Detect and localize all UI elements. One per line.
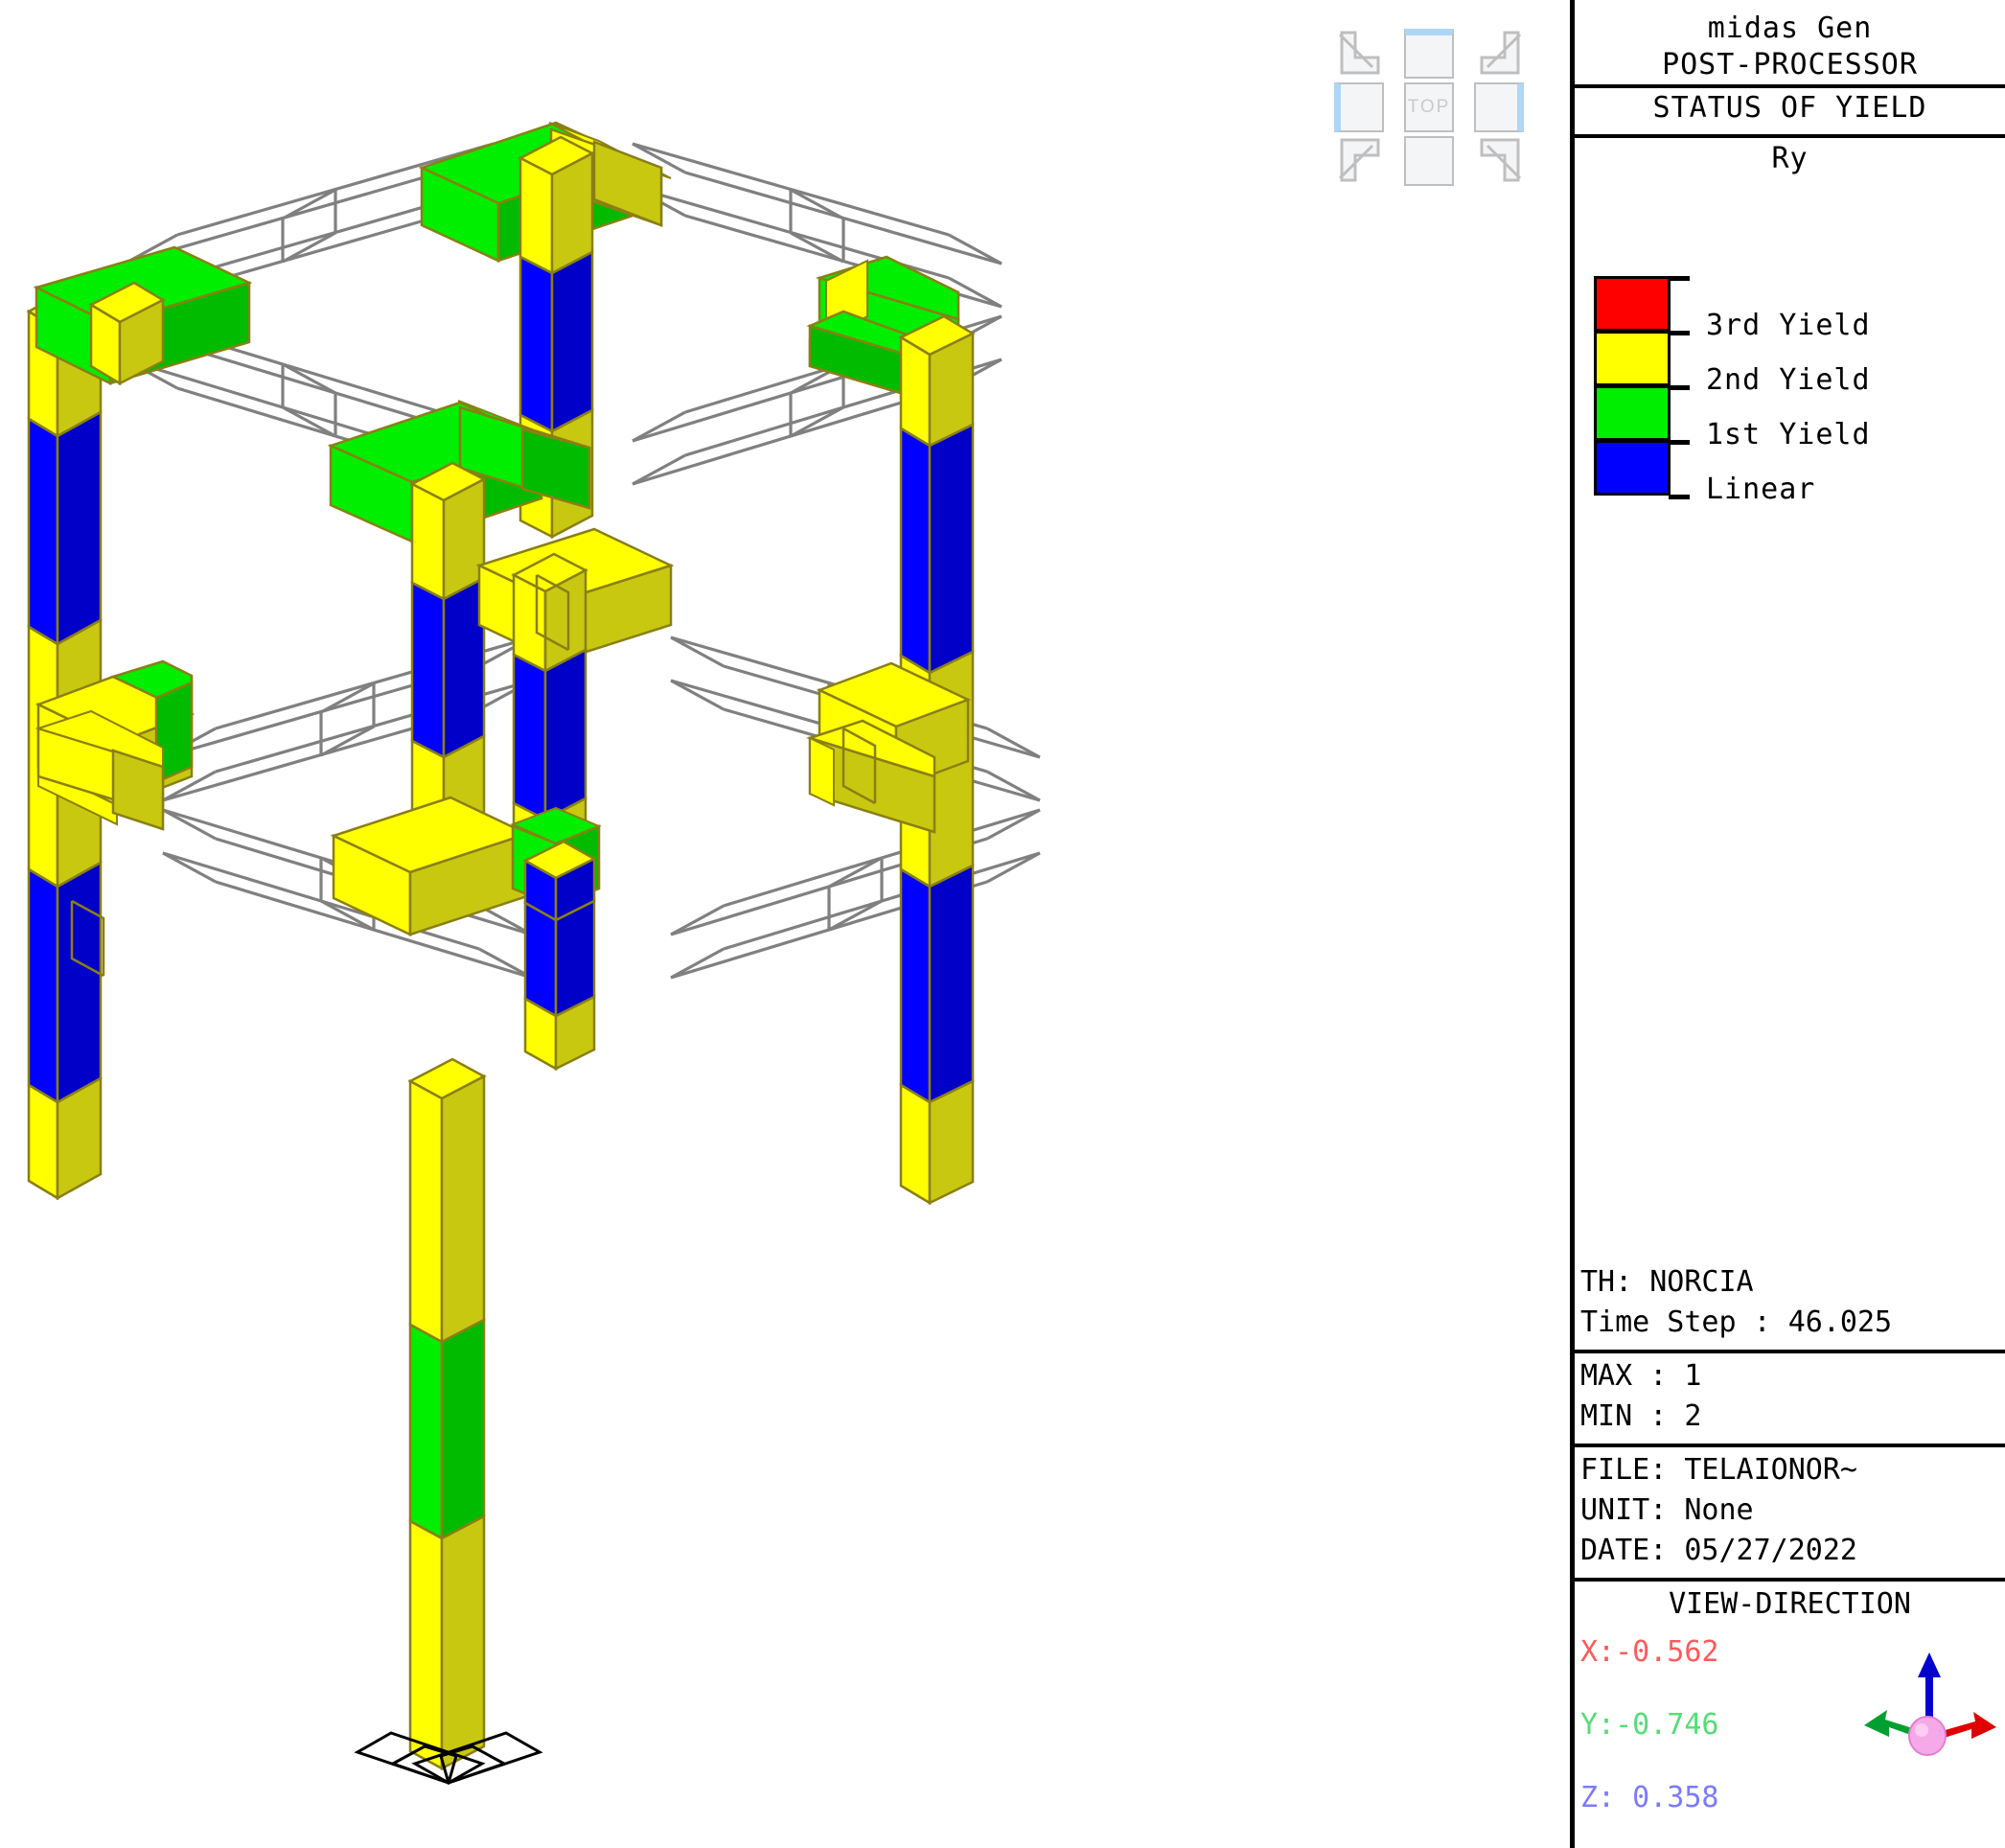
legend-label-2nd-yield: 2nd Yield [1706,363,1871,397]
legend-label-1st-yield: 1st Yield [1706,418,1871,451]
legend-tick-3 [1669,440,1690,445]
app-title-line1: midas Gen [1707,12,1873,45]
view-direction-x: X:-0.562 [1580,1635,1719,1669]
legend-swatch-1st-yield [1594,385,1671,441]
view-direction-heading: VIEW-DIRECTION [1669,1587,1911,1621]
min-value: MIN : 2 [1580,1399,1702,1433]
post-processor-window: TOP midas Gen POST-PROCESSOR STATUS OF Y… [0,0,2005,1848]
time-step: Time Step : 46.025 [1580,1305,1893,1339]
column-center-stub [522,840,597,1072]
model-viewport[interactable] [0,0,1570,1848]
divider-1 [1575,84,2005,88]
legend-swatch-3rd-yield [1594,276,1671,332]
max-value: MAX : 1 [1580,1359,1702,1393]
legend-tick-0 [1669,276,1690,281]
legend-tick-2 [1669,385,1690,390]
axis-triad-icon [1864,1652,1996,1756]
legend-tick-1 [1669,331,1690,335]
viewcube-face-top[interactable]: TOP [1404,82,1456,134]
viewcube-face-right[interactable] [1474,82,1526,134]
arrow-up-right-icon [1338,138,1380,182]
arrow-down-left-icon [1480,31,1522,75]
file-name: FILE: TELAIONOR~ [1580,1453,1857,1487]
result-component: Ry [1771,142,1809,175]
arrow-down-right-icon [1338,31,1380,75]
column-center-front [407,1057,487,1771]
divider-2 [1575,134,2005,138]
viewcube-corner-top-right[interactable] [1474,29,1526,81]
legend-swatch-2nd-yield [1594,331,1671,386]
frame-model-graphic [26,121,1041,1785]
app-title-line2: POST-PROCESSOR [1662,48,1918,81]
th-label: TH: NORCIA [1580,1265,1754,1299]
view-navigation-cube[interactable]: TOP [1334,29,1526,187]
unit-value: UNIT: None [1580,1493,1754,1527]
results-info-panel: midas Gen POST-PROCESSOR STATUS OF YIELD… [1570,0,2005,1848]
viewcube-corner-bottom-left[interactable] [1334,136,1386,188]
viewcube-corner-bottom-right[interactable] [1474,136,1526,188]
divider-5 [1575,1578,2005,1582]
beam-upper-back-left-end [33,245,253,386]
viewcube-corner-top-left[interactable] [1334,29,1386,81]
legend-tick-4 [1669,495,1690,499]
legend-label-3rd-yield: 3rd Yield [1706,309,1871,342]
viewcube-face-left[interactable] [1334,82,1386,134]
divider-4 [1575,1444,2005,1447]
view-direction-y: Y:-0.746 [1580,1708,1719,1742]
date-value: DATE: 05/27/2022 [1580,1534,1857,1567]
view-direction-z: Z: 0.358 [1580,1781,1719,1814]
viewcube-top-label: TOP [1407,97,1451,117]
legend-swatch-linear [1594,440,1671,496]
result-title: STATUS OF YIELD [1652,91,1927,125]
viewcube-face-back[interactable] [1404,29,1456,81]
arrow-up-left-icon [1480,138,1522,182]
divider-3 [1575,1350,2005,1353]
legend-label-linear: Linear [1706,473,1816,506]
viewcube-face-front[interactable] [1404,136,1456,188]
yield-legend: 3rd Yield 2nd Yield 1st Yield Linear [1594,276,1996,506]
